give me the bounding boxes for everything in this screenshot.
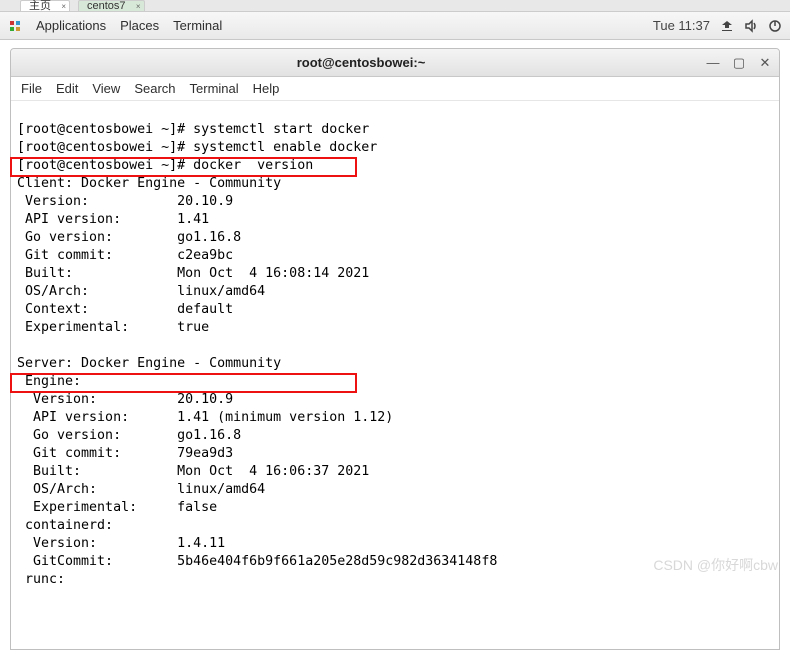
term-line: Version: 1.4.11 <box>17 536 225 551</box>
term-line: Engine: <box>17 374 81 389</box>
close-button[interactable]: ✕ <box>757 55 773 71</box>
term-line: API version: 1.41 <box>17 212 209 227</box>
term-line: GitCommit: 5b46e404f6b9f661a205e28d59c98… <box>17 554 497 569</box>
term-line: Experimental: true <box>17 320 209 335</box>
term-line: [root@centosbowei ~]# systemctl start do… <box>17 122 369 137</box>
applications-icon[interactable] <box>8 19 22 33</box>
close-icon[interactable]: × <box>136 1 141 12</box>
menu-view[interactable]: View <box>92 81 120 96</box>
term-line: OS/Arch: linux/amd64 <box>17 284 265 299</box>
term-line: [root@centosbowei ~]# systemctl enable d… <box>17 140 377 155</box>
applications-menu[interactable]: Applications <box>36 18 106 33</box>
browser-tab-home[interactable]: 主页 × <box>20 0 70 11</box>
term-line: Version: 20.10.9 <box>17 392 233 407</box>
window-title: root@centosbowei:~ <box>17 55 705 70</box>
terminal-output[interactable]: [root@centosbowei ~]# systemctl start do… <box>11 101 779 649</box>
browser-tab-bar: 主页 × centos7 × <box>0 0 790 12</box>
clock[interactable]: Tue 11:37 <box>653 18 710 33</box>
term-line: Built: Mon Oct 4 16:08:14 2021 <box>17 266 369 281</box>
term-line: runc: <box>17 572 65 587</box>
tab-label: centos7 <box>87 0 126 12</box>
menu-help[interactable]: Help <box>253 81 280 96</box>
term-line: Go version: go1.16.8 <box>17 230 241 245</box>
power-icon[interactable] <box>768 19 782 33</box>
term-line: Context: default <box>17 302 233 317</box>
term-line: [root@centosbowei ~]# docker version <box>17 158 313 173</box>
network-icon[interactable] <box>720 19 734 33</box>
gnome-top-panel: Applications Places Terminal Tue 11:37 <box>0 12 790 40</box>
window-titlebar[interactable]: root@centosbowei:~ — ▢ ✕ <box>11 49 779 77</box>
terminal-window: root@centosbowei:~ — ▢ ✕ File Edit View … <box>10 48 780 650</box>
term-line: Git commit: c2ea9bc <box>17 248 233 263</box>
menu-edit[interactable]: Edit <box>56 81 78 96</box>
tab-label: 主页 <box>29 0 51 12</box>
terminal-menu[interactable]: Terminal <box>173 18 222 33</box>
menu-terminal[interactable]: Terminal <box>190 81 239 96</box>
menu-search[interactable]: Search <box>134 81 175 96</box>
close-icon[interactable]: × <box>61 1 66 12</box>
terminal-menubar: File Edit View Search Terminal Help <box>11 77 779 101</box>
term-line: Go version: go1.16.8 <box>17 428 241 443</box>
term-line: Git commit: 79ea9d3 <box>17 446 233 461</box>
term-line: containerd: <box>17 518 113 533</box>
term-line: API version: 1.41 (minimum version 1.12) <box>17 410 393 425</box>
term-line: OS/Arch: linux/amd64 <box>17 482 265 497</box>
menu-file[interactable]: File <box>21 81 42 96</box>
term-line: Experimental: false <box>17 500 217 515</box>
minimize-button[interactable]: — <box>705 55 721 71</box>
term-line: Client: Docker Engine - Community <box>17 176 281 191</box>
places-menu[interactable]: Places <box>120 18 159 33</box>
term-line: Built: Mon Oct 4 16:06:37 2021 <box>17 464 369 479</box>
sound-icon[interactable] <box>744 19 758 33</box>
maximize-button[interactable]: ▢ <box>731 55 747 71</box>
term-line: Server: Docker Engine - Community <box>17 356 281 371</box>
browser-tab-centos7[interactable]: centos7 × <box>78 0 145 11</box>
term-line: Version: 20.10.9 <box>17 194 233 209</box>
system-tray: Tue 11:37 <box>653 18 782 33</box>
